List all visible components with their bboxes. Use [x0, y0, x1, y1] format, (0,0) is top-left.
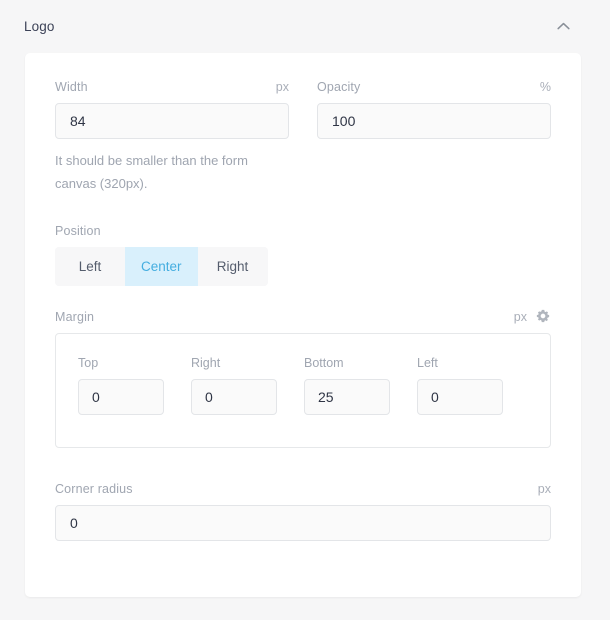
corner-radius-field-head: Corner radius px	[55, 482, 551, 496]
margin-left-input[interactable]	[417, 378, 503, 415]
width-unit-label: px	[275, 80, 289, 94]
margin-unit-label: px	[513, 309, 527, 324]
width-input[interactable]	[55, 103, 289, 139]
margin-bottom-input[interactable]	[304, 378, 390, 415]
width-field-head: Width px	[55, 80, 289, 94]
margin-right-label: Right	[191, 355, 221, 370]
margin-right-input[interactable]	[191, 378, 277, 415]
page-title: Logo	[24, 18, 55, 34]
position-option-center[interactable]: Center	[125, 246, 198, 286]
margin-bottom-label: Bottom	[304, 355, 344, 370]
corner-radius-field-group: Corner radius px	[55, 482, 551, 541]
margin-bottom-cell: Bottom	[304, 356, 390, 415]
width-field-group: Width px It should be smaller than the f…	[55, 80, 289, 196]
opacity-field-head: Opacity %	[317, 80, 551, 94]
margin-label: Margin	[55, 309, 95, 324]
corner-radius-label: Corner radius	[55, 481, 133, 496]
settings-card: Width px It should be smaller than the f…	[25, 53, 581, 597]
opacity-input[interactable]	[317, 103, 551, 139]
position-segmented-control[interactable]: Left Center Right	[55, 246, 268, 286]
margin-field-group: Margin px Top 0 Right 0 Bottom 25 Left 0	[55, 310, 551, 448]
width-label: Width	[55, 80, 88, 94]
logo-settings-panel: Logo Width px It should be smaller than	[0, 0, 610, 597]
width-help-text: It should be smaller than the form canva…	[55, 153, 248, 191]
corner-radius-unit-label: px	[537, 481, 551, 496]
corner-radius-input[interactable]	[55, 504, 551, 541]
margin-field-head: Margin px	[55, 310, 551, 324]
margin-sides-group: Top Right Bottom Left	[55, 332, 551, 448]
margin-top-label: Top	[78, 355, 99, 370]
margin-left-label: Left	[417, 355, 438, 370]
margin-left-cell: Left	[417, 356, 503, 415]
margin-top-cell: Top	[78, 356, 164, 415]
position-option-right[interactable]: Right	[197, 246, 268, 286]
width-opacity-row: Width px It should be smaller than the f…	[55, 80, 551, 196]
margin-settings-button[interactable]	[535, 309, 551, 328]
margin-top-input[interactable]	[78, 378, 164, 415]
collapse-section-button[interactable]	[552, 15, 574, 37]
opacity-unit-label: %	[539, 80, 551, 94]
opacity-label: Opacity	[317, 80, 361, 94]
opacity-field-group: Opacity %	[317, 80, 551, 196]
panel-header: Logo	[0, 0, 610, 52]
gear-icon	[536, 309, 550, 328]
position-label: Position	[55, 223, 101, 238]
position-option-left[interactable]: Left	[55, 246, 125, 286]
chevron-up-icon	[556, 22, 570, 31]
position-field-group: Position Left Center Right	[55, 224, 551, 286]
margin-right-cell: Right	[191, 356, 277, 415]
